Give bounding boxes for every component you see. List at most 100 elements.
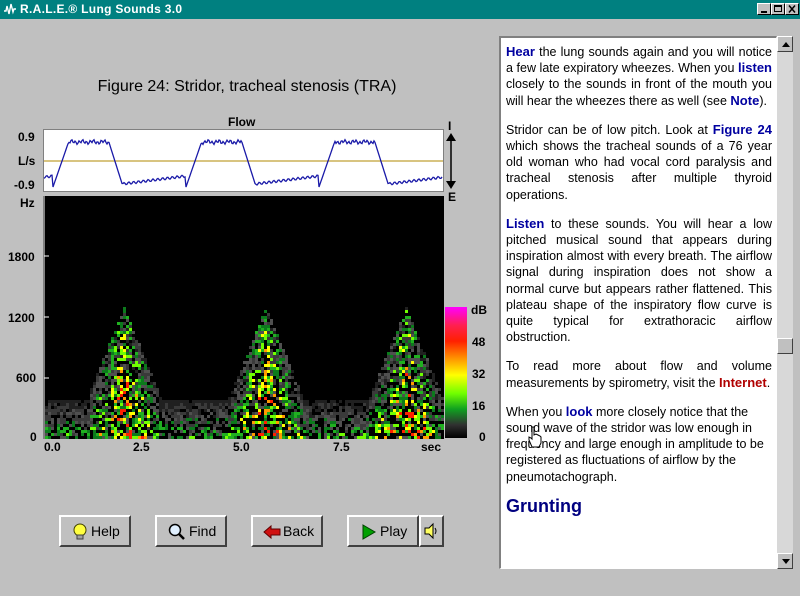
spectro-cell — [423, 394, 426, 397]
spectro-cell — [138, 394, 141, 397]
spectro-cell — [405, 322, 408, 325]
spectro-cell — [387, 364, 390, 367]
spectro-cell — [288, 394, 291, 397]
spectro-cell — [360, 427, 363, 430]
spectro-cell — [267, 337, 270, 340]
spectro-cell — [165, 400, 168, 403]
spectro-cell — [306, 427, 309, 430]
spectro-cell — [111, 337, 114, 340]
spectro-cell — [162, 412, 165, 415]
spectro-cell — [288, 364, 291, 367]
spectro-cell — [60, 412, 63, 415]
spectro-cell — [144, 421, 147, 424]
spectro-cell — [360, 436, 363, 439]
spectro-cell — [126, 424, 129, 427]
spectro-cell — [393, 400, 396, 403]
spectro-cell — [276, 340, 279, 343]
spectro-cell — [351, 427, 354, 430]
spectro-cell — [69, 424, 72, 427]
spectro-cell — [138, 409, 141, 412]
spectro-cell — [297, 430, 300, 433]
spectro-cell — [378, 373, 381, 376]
spectro-cell — [111, 379, 114, 382]
spectro-cell — [360, 430, 363, 433]
spectro-cell — [138, 385, 141, 388]
back-button[interactable]: Back — [251, 515, 323, 547]
spectro-cell — [345, 409, 348, 412]
spectro-cell — [177, 409, 180, 412]
spectro-cell — [144, 376, 147, 379]
spectro-cell — [183, 421, 186, 424]
minimize-button[interactable] — [757, 3, 771, 15]
hear-link[interactable]: Hear — [506, 44, 535, 59]
spectro-cell — [390, 409, 393, 412]
spectro-cell — [147, 388, 150, 391]
spectro-cell — [390, 427, 393, 430]
spectro-cell — [117, 412, 120, 415]
figure-24-link[interactable]: Figure 24 — [713, 122, 772, 137]
spectro-cell — [411, 337, 414, 340]
spectro-cell — [282, 397, 285, 400]
play-button[interactable]: Play — [347, 515, 419, 547]
spectro-cell — [156, 433, 159, 436]
time-unit: sec — [421, 440, 442, 454]
spectro-cell — [381, 400, 384, 403]
spectro-cell — [63, 418, 66, 421]
spectro-cell — [396, 436, 399, 439]
up-arrow-icon — [782, 42, 790, 47]
vertical-scrollbar[interactable] — [777, 36, 793, 569]
spectro-cell — [267, 349, 270, 352]
spectro-cell — [153, 436, 156, 439]
listen-link[interactable]: listen — [738, 60, 772, 75]
spectro-cell — [396, 412, 399, 415]
spectro-cell — [261, 436, 264, 439]
spectro-cell — [99, 412, 102, 415]
spectro-cell — [258, 355, 261, 358]
spectro-cell — [108, 346, 111, 349]
spectro-cell — [69, 406, 72, 409]
spectro-cell — [198, 421, 201, 424]
spectro-cell — [183, 403, 186, 406]
spectro-cell — [312, 415, 315, 418]
spectro-cell — [426, 370, 429, 373]
spectro-cell — [279, 379, 282, 382]
spectro-cell — [336, 436, 339, 439]
spectro-cell — [288, 415, 291, 418]
spectro-cell — [357, 415, 360, 418]
spectro-cell — [264, 415, 267, 418]
internet-link[interactable]: Internet — [719, 375, 767, 390]
spectro-cell — [129, 412, 132, 415]
note-link[interactable]: Note — [730, 93, 759, 108]
spectro-cell — [414, 424, 417, 427]
spectro-cell — [291, 391, 294, 394]
spectro-cell — [405, 337, 408, 340]
spectro-cell — [45, 412, 48, 415]
spectro-cell — [123, 307, 126, 310]
look-link[interactable]: look — [566, 404, 593, 419]
spectro-cell — [324, 430, 327, 433]
spectro-cell — [87, 424, 90, 427]
spectro-cell — [72, 430, 75, 433]
spectro-cell — [123, 391, 126, 394]
spectro-cell — [60, 430, 63, 433]
spectro-cell — [252, 349, 255, 352]
spectro-cell — [300, 400, 303, 403]
close-button[interactable] — [785, 3, 799, 15]
spectro-cell — [279, 349, 282, 352]
help-button[interactable]: Help — [59, 515, 131, 547]
scroll-up-button[interactable] — [777, 36, 793, 52]
listen-sounds-link[interactable]: Listen — [506, 216, 544, 231]
maximize-button[interactable] — [771, 3, 785, 15]
scroll-thumb[interactable] — [777, 338, 793, 354]
spectro-cell — [324, 415, 327, 418]
spectro-cell — [408, 430, 411, 433]
find-button[interactable]: Find — [155, 515, 227, 547]
volume-button[interactable] — [419, 515, 444, 547]
spectro-cell — [54, 409, 57, 412]
spectro-cell — [393, 409, 396, 412]
spectro-cell — [387, 373, 390, 376]
spectro-cell — [402, 436, 405, 439]
spectro-cell — [165, 424, 168, 427]
scroll-down-button[interactable] — [777, 553, 793, 569]
spectro-cell — [432, 415, 435, 418]
